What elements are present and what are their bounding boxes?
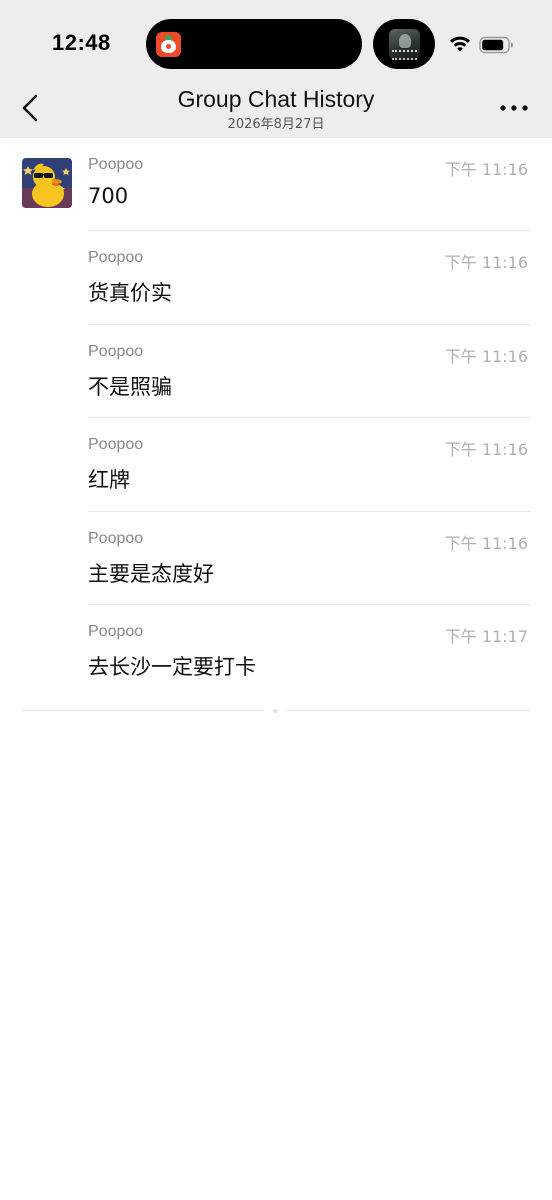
message-time: 下午 11:16 [444, 440, 528, 460]
sender-name: Poopoo [88, 529, 144, 547]
message-text[interactable]: 红牌 [88, 464, 130, 494]
message-time: 下午 11:16 [444, 253, 528, 273]
page-subtitle-date: 2026年8月27日 [227, 117, 325, 132]
tomato-app-icon[interactable] [156, 32, 181, 57]
message-time: 下午 11:17 [444, 626, 528, 646]
message-time: 下午 11:16 [444, 346, 528, 366]
message-time: 下午 11:16 [444, 533, 528, 553]
media-activity[interactable] [373, 19, 435, 69]
page-title: Group Chat History [177, 86, 375, 112]
message-item[interactable]: Poopoo 下午 11:17 去长沙一定要打卡 [0, 605, 552, 698]
message-item[interactable]: Poopoo 下午 11:16 主要是态度好 [0, 512, 552, 605]
more-dots-icon[interactable] [494, 94, 534, 122]
message-item[interactable]: Poopoo 下午 11:16 红牌 [0, 418, 552, 512]
end-marker-dot [273, 709, 278, 713]
message-item[interactable]: Poopoo 下午 11:16 不是照骗 [0, 325, 552, 419]
battery-icon [479, 36, 514, 54]
status-time: 12:48 [52, 30, 111, 55]
message-text[interactable]: 去长沙一定要打卡 [88, 651, 256, 681]
nav-bar: Group Chat History 2026年8月27日 [0, 80, 552, 138]
message-time: 下午 11:16 [444, 160, 528, 179]
media-thumbnail-icon[interactable] [389, 29, 420, 60]
end-divider-right [287, 710, 530, 711]
message-text[interactable]: 货真价实 [88, 277, 172, 307]
duck-avatar-icon [22, 158, 72, 208]
dynamic-island[interactable] [146, 19, 362, 69]
message-text[interactable]: 主要是态度好 [88, 558, 214, 588]
avatar[interactable] [22, 158, 72, 208]
status-bar: 12:48 [0, 0, 552, 80]
message-list: Poopoo 下午 11:16 700 Poopoo 下午 11:16 货真价实… [0, 138, 552, 698]
message-text[interactable]: 不是照骗 [88, 371, 172, 401]
end-divider-left [22, 710, 264, 711]
sender-name: Poopoo [88, 622, 144, 640]
sender-name: Poopoo [88, 249, 144, 267]
message-item[interactable]: Poopoo 下午 11:16 700 [0, 138, 552, 232]
message-text[interactable]: 700 [88, 184, 128, 208]
sender-name: Poopoo [88, 156, 144, 173]
sender-name: Poopoo [88, 342, 144, 360]
sender-name: Poopoo [88, 436, 144, 454]
wifi-icon [450, 36, 470, 52]
message-item[interactable]: Poopoo 下午 11:16 货真价实 [0, 231, 552, 325]
